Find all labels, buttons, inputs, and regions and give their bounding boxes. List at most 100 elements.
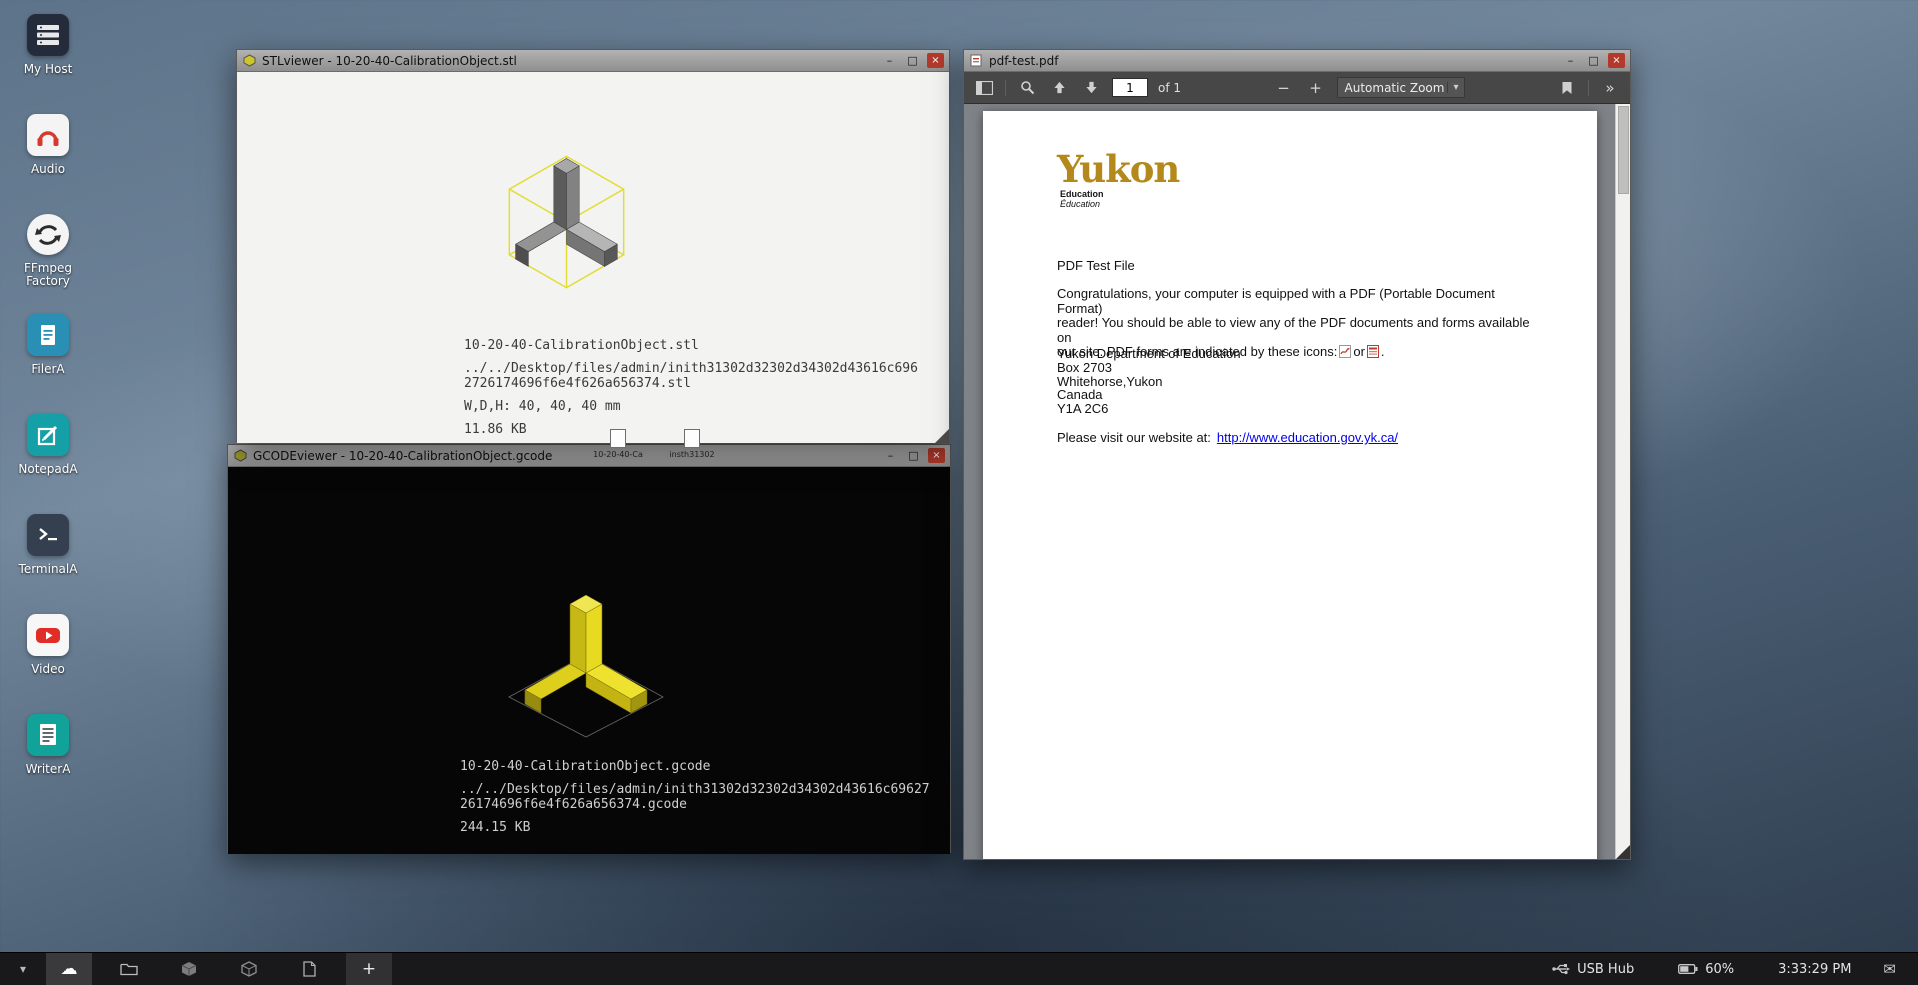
- desktop-icon-label: TerminalA: [19, 563, 78, 576]
- desktop-icon-notepada[interactable]: NotepadA: [6, 414, 90, 488]
- stl-titlebar[interactable]: STLviewer - 10-20-40-CalibrationObject.s…: [237, 50, 949, 72]
- close-button[interactable]: ×: [1608, 53, 1625, 68]
- gcode-file-info: 10-20-40-CalibrationObject.gcode ../../D…: [460, 759, 932, 835]
- usb-icon: [1552, 962, 1570, 976]
- desktop-icon-terminala[interactable]: TerminalA: [6, 514, 90, 588]
- gcode-3d-viewport[interactable]: 10-20-40-CalibrationObject.gcode ../../D…: [228, 467, 950, 854]
- taskbar-pdfviewer-button[interactable]: [286, 953, 332, 985]
- desktop-icon-filera[interactable]: FilerA: [6, 314, 90, 388]
- gcode-app-icon: [233, 449, 247, 463]
- address-line: Whitehorse,Yukon: [1057, 375, 1241, 389]
- maximize-button[interactable]: □: [905, 448, 922, 463]
- yukon-logo-subtitle-fr: Éducation: [1060, 199, 1179, 209]
- video-player-icon: [27, 614, 69, 656]
- taskbar-left-section: ▾ ☁ +: [0, 953, 406, 985]
- pdf-document-icon: [303, 961, 316, 977]
- recycle-arrows-icon: [27, 214, 69, 255]
- file-thumbnail[interactable]: 10-20-40-Ca: [588, 429, 648, 469]
- mail-icon[interactable]: ✉: [1883, 960, 1896, 978]
- previous-page-icon[interactable]: [1048, 77, 1070, 99]
- bookmark-icon[interactable]: [1556, 77, 1578, 99]
- desktop-icon-label: Video: [31, 663, 65, 676]
- stl-dimensions: W,D,H: 40, 40, 40 mm: [464, 399, 924, 414]
- desktop-icon-audio[interactable]: Audio: [6, 114, 90, 188]
- desktop-icon-video[interactable]: Video: [6, 614, 90, 688]
- address-line: Yukon Department of Education: [1057, 347, 1241, 361]
- usb-label: USB Hub: [1577, 962, 1634, 977]
- taskbar-gcodeviewer-button[interactable]: [226, 953, 272, 985]
- stl-3d-viewport[interactable]: 10-20-40-CalibrationObject.stl ../../Des…: [237, 72, 949, 443]
- pdf-doc-heading: PDF Test File: [1057, 258, 1135, 273]
- file-thumbnail-label: insth31302: [669, 450, 714, 459]
- zoom-level-value: Automatic Zoom: [1345, 81, 1445, 95]
- minimize-button[interactable]: –: [882, 448, 899, 463]
- file-thumbnail-label: 10-20-40-Ca: [593, 450, 643, 459]
- gcode-filename: 10-20-40-CalibrationObject.gcode: [460, 759, 932, 774]
- search-icon[interactable]: [1016, 77, 1038, 99]
- pdf-form-icon: [1367, 345, 1379, 358]
- minimize-button[interactable]: –: [1562, 53, 1579, 68]
- zoom-in-icon[interactable]: +: [1305, 77, 1327, 99]
- paragraph-text: or: [1353, 344, 1365, 359]
- maximize-button[interactable]: □: [904, 53, 921, 68]
- taskbar-cloud-button[interactable]: ☁: [46, 953, 92, 985]
- background-window-fragment: 10-20-40-Ca insth31302: [588, 429, 728, 469]
- paragraph-line: Congratulations, your computer is equipp…: [1057, 287, 1535, 316]
- desktop-icon-label: FFmpeg Factory: [6, 262, 90, 288]
- taskbar-stlviewer-button[interactable]: [166, 953, 212, 985]
- stl-window-title: STLviewer - 10-20-40-CalibrationObject.s…: [262, 54, 875, 68]
- desktop-icon-label: WriterA: [26, 763, 71, 776]
- page-number-input[interactable]: [1112, 78, 1148, 97]
- zoom-out-icon[interactable]: −: [1273, 77, 1295, 99]
- stl-3d-model: [459, 132, 674, 312]
- desktop-icon-writera[interactable]: WriterA: [6, 714, 90, 788]
- battery-icon: [1678, 963, 1698, 975]
- yukon-logo: Yukon Education Éducation: [1057, 149, 1179, 209]
- usb-status[interactable]: USB Hub: [1552, 962, 1634, 977]
- close-button[interactable]: ×: [928, 448, 945, 463]
- gcode-cube-icon: [241, 961, 257, 977]
- battery-status[interactable]: 60%: [1678, 962, 1734, 977]
- resize-grip[interactable]: [935, 429, 949, 443]
- stl-filepath: ../../Desktop/files/admin/inith31302d323…: [464, 361, 924, 391]
- toolbar-separator: [1005, 80, 1006, 96]
- pdf-app-icon: [969, 54, 983, 68]
- website-link[interactable]: http://www.education.gov.yk.ca/: [1217, 430, 1398, 445]
- scrollbar[interactable]: [1615, 104, 1630, 859]
- pdf-titlebar[interactable]: pdf-test.pdf – □ ×: [964, 50, 1630, 72]
- battery-percent-label: 60%: [1705, 962, 1734, 977]
- file-page-icon: [610, 429, 626, 448]
- gcode-viewer-window: GCODEviewer - 10-20-40-CalibrationObject…: [227, 444, 951, 853]
- desktop-icon-label: My Host: [24, 63, 73, 76]
- sidebar-toggle-icon[interactable]: [973, 77, 995, 99]
- taskbar-add-button[interactable]: +: [346, 953, 392, 985]
- next-page-icon[interactable]: [1080, 77, 1102, 99]
- stl-file-info: 10-20-40-CalibrationObject.stl ../../Des…: [464, 338, 924, 437]
- address-line: Canada: [1057, 388, 1241, 402]
- computer-icon: [27, 14, 69, 56]
- stl-viewer-window: STLviewer - 10-20-40-CalibrationObject.s…: [236, 49, 950, 442]
- file-thumbnail[interactable]: insth31302: [662, 429, 722, 469]
- pdf-file-icon: [1339, 345, 1351, 358]
- pdf-viewport[interactable]: Yukon Education Éducation PDF Test File …: [964, 104, 1630, 859]
- close-button[interactable]: ×: [927, 53, 944, 68]
- minimize-button[interactable]: –: [881, 53, 898, 68]
- desktop-icon-ffmpeg-factory[interactable]: FFmpeg Factory: [6, 214, 90, 288]
- paragraph-text: .: [1381, 344, 1385, 359]
- stl-filename: 10-20-40-CalibrationObject.stl: [464, 338, 924, 353]
- gcode-3d-model: [471, 579, 701, 744]
- taskbar: ▾ ☁ + USB Hub 60% 3:33:29 PM ✉: [0, 952, 1918, 985]
- pdf-toolbar: of 1 − + Automatic Zoom ▾ »: [964, 72, 1630, 104]
- taskbar-files-button[interactable]: [106, 953, 152, 985]
- toolbar-more-icon[interactable]: »: [1599, 77, 1621, 99]
- zoom-level-select[interactable]: Automatic Zoom ▾: [1337, 77, 1465, 98]
- audio-icon: [27, 114, 69, 156]
- maximize-button[interactable]: □: [1585, 53, 1602, 68]
- desktop-icon-my-host[interactable]: My Host: [6, 14, 90, 88]
- taskbar-expand-icon[interactable]: ▾: [0, 962, 46, 976]
- resize-grip[interactable]: [1616, 845, 1630, 859]
- scrollbar-thumb[interactable]: [1618, 106, 1629, 194]
- page-count-label: of 1: [1158, 81, 1181, 95]
- pdf-page: Yukon Education Éducation PDF Test File …: [983, 111, 1597, 859]
- toolbar-separator: [1588, 80, 1589, 96]
